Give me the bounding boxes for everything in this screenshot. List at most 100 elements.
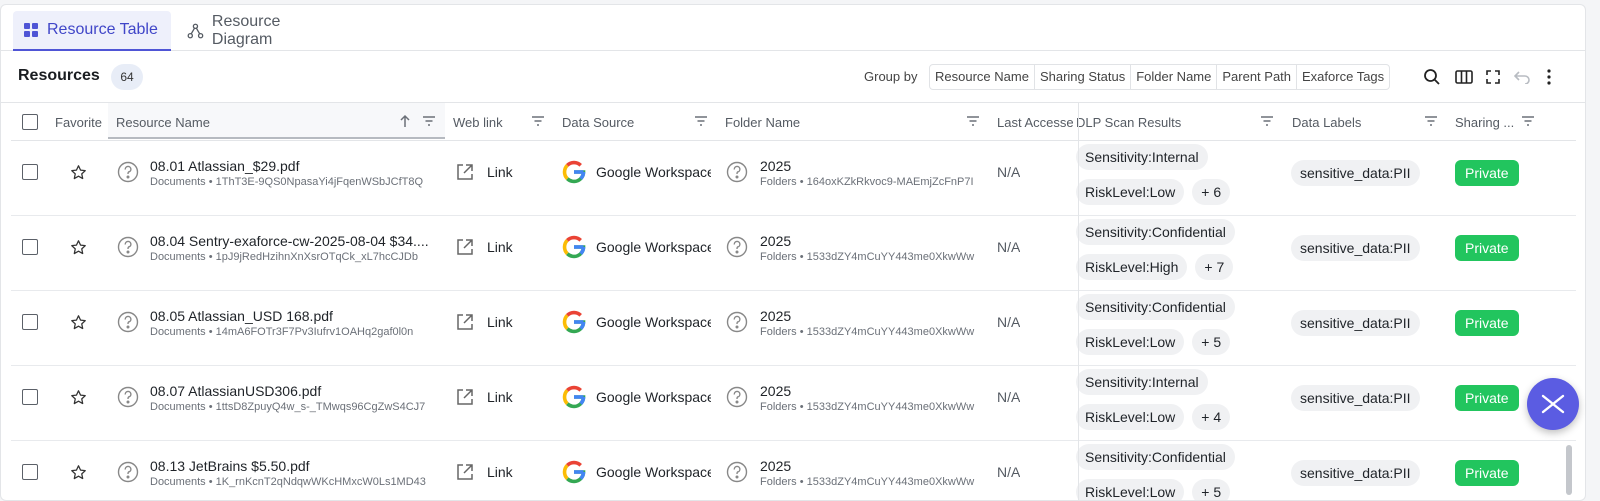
resource-name-cell[interactable]: 08.13 JetBrains $5.50.pdf Documents • 1K… bbox=[150, 458, 440, 488]
dlp-sensitivity-tag[interactable]: Sensitivity:Confidential bbox=[1076, 294, 1235, 320]
filter-icon[interactable] bbox=[422, 116, 436, 126]
filter-icon[interactable] bbox=[1260, 116, 1274, 126]
web-link[interactable]: Link bbox=[487, 314, 513, 330]
data-label-tag[interactable]: sensitive_data:PII bbox=[1291, 460, 1420, 486]
row-checkbox[interactable] bbox=[22, 464, 38, 480]
data-label-tag[interactable]: sensitive_data:PII bbox=[1291, 310, 1420, 336]
resource-name[interactable]: 08.07 AtlassianUSD306.pdf bbox=[150, 383, 440, 399]
dlp-sensitivity-tag[interactable]: Sensitivity:Confidential bbox=[1076, 444, 1235, 470]
column-folder-name[interactable]: Folder Name bbox=[725, 103, 955, 141]
checkbox[interactable] bbox=[22, 464, 38, 480]
star-icon[interactable] bbox=[70, 389, 87, 406]
star-icon[interactable] bbox=[70, 314, 87, 331]
column-dlp-scan-results[interactable]: DLP Scan Results bbox=[1076, 103, 1256, 141]
resource-name[interactable]: 08.01 Atlassian_$29.pdf bbox=[150, 158, 440, 174]
dlp-sensitivity-tag[interactable]: Sensitivity:Internal bbox=[1076, 144, 1208, 170]
checkbox[interactable] bbox=[22, 164, 38, 180]
column-favorite[interactable]: Favorite bbox=[55, 103, 110, 141]
checkbox[interactable] bbox=[22, 114, 38, 130]
star-icon[interactable] bbox=[70, 239, 87, 256]
table-row[interactable]: 08.01 Atlassian_$29.pdf Documents • 1ThT… bbox=[11, 141, 1576, 216]
row-checkbox[interactable] bbox=[22, 314, 38, 330]
folder-cell[interactable]: 2025 Folders • 1533dZY4mCuYY443me0XkwWw bbox=[760, 383, 985, 413]
folder-cell[interactable]: 2025 Folders • 1533dZY4mCuYY443me0XkwWw bbox=[760, 308, 985, 338]
data-label-tag[interactable]: sensitive_data:PII bbox=[1291, 385, 1420, 411]
dlp-risk-tag[interactable]: RiskLevel:Low bbox=[1076, 179, 1185, 205]
folder-cell[interactable]: 2025 Folders • 164oxKZkRkvoc9-MAEmjZcFnP… bbox=[760, 158, 985, 188]
resource-name-cell[interactable]: 08.04 Sentry-exaforce-cw-2025-08-04 $34.… bbox=[150, 233, 440, 263]
dlp-more-tag[interactable]: + 4 bbox=[1192, 404, 1231, 430]
external-link-icon[interactable] bbox=[455, 462, 475, 482]
group-by-resource-name[interactable]: Resource Name bbox=[930, 65, 1035, 89]
web-link[interactable]: Link bbox=[487, 464, 513, 480]
dlp-more-tag[interactable]: + 5 bbox=[1192, 329, 1231, 355]
dlp-more-tag[interactable]: + 5 bbox=[1192, 479, 1231, 500]
data-label-tag[interactable]: sensitive_data:PII bbox=[1291, 160, 1420, 186]
filter-icon[interactable] bbox=[966, 116, 980, 126]
external-link-icon[interactable] bbox=[455, 237, 475, 257]
dlp-sensitivity-tag[interactable]: Sensitivity:Confidential bbox=[1076, 219, 1235, 245]
dlp-more-tag[interactable]: + 7 bbox=[1195, 254, 1234, 280]
star-icon[interactable] bbox=[70, 464, 87, 481]
search-button[interactable] bbox=[1420, 65, 1444, 89]
dlp-risk-tag[interactable]: RiskLevel:Low bbox=[1076, 479, 1185, 500]
folder-name[interactable]: 2025 bbox=[760, 383, 985, 399]
dlp-risk-tag[interactable]: RiskLevel:Low bbox=[1076, 404, 1185, 430]
web-link[interactable]: Link bbox=[487, 389, 513, 405]
checkbox[interactable] bbox=[22, 239, 38, 255]
dlp-more-tag[interactable]: + 6 bbox=[1192, 179, 1231, 205]
resource-name[interactable]: 08.05 Atlassian_USD 168.pdf bbox=[150, 308, 440, 324]
table-row[interactable]: 08.07 AtlassianUSD306.pdf Documents • 1t… bbox=[11, 366, 1576, 441]
group-by-sharing-status[interactable]: Sharing Status bbox=[1035, 65, 1132, 89]
dlp-sensitivity-tag[interactable]: Sensitivity:Internal bbox=[1076, 369, 1208, 395]
folder-cell[interactable]: 2025 Folders • 1533dZY4mCuYY443me0XkwWw bbox=[760, 458, 985, 488]
folder-name[interactable]: 2025 bbox=[760, 458, 985, 474]
column-data-labels[interactable]: Data Labels bbox=[1292, 103, 1412, 141]
dlp-risk-tag[interactable]: RiskLevel:High bbox=[1076, 254, 1188, 280]
table-row[interactable]: 08.04 Sentry-exaforce-cw-2025-08-04 $34.… bbox=[11, 216, 1576, 291]
column-web-link[interactable]: Web link bbox=[453, 103, 533, 141]
checkbox[interactable] bbox=[22, 314, 38, 330]
group-by-exaforce-tags[interactable]: Exaforce Tags bbox=[1297, 65, 1389, 89]
exaforce-assistant-button[interactable] bbox=[1527, 378, 1579, 430]
select-all-checkbox[interactable] bbox=[22, 103, 38, 141]
tab-resource-table[interactable]: Resource Table bbox=[13, 11, 171, 51]
resource-name[interactable]: 08.13 JetBrains $5.50.pdf bbox=[150, 458, 440, 474]
fullscreen-button[interactable] bbox=[1481, 65, 1505, 89]
folder-name[interactable]: 2025 bbox=[760, 233, 985, 249]
filter-icon[interactable] bbox=[694, 116, 708, 126]
column-resource-name[interactable]: Resource Name bbox=[116, 103, 316, 141]
star-icon[interactable] bbox=[70, 164, 87, 181]
sort-up-icon[interactable] bbox=[399, 114, 411, 128]
column-last-accessed[interactable]: Last Accesse bbox=[997, 103, 1077, 141]
more-options-button[interactable] bbox=[1537, 65, 1561, 89]
column-sharing[interactable]: Sharing ... bbox=[1455, 103, 1515, 141]
filter-icon[interactable] bbox=[1521, 116, 1535, 126]
row-checkbox[interactable] bbox=[22, 389, 38, 405]
vertical-scrollbar[interactable] bbox=[1566, 445, 1572, 495]
folder-name[interactable]: 2025 bbox=[760, 308, 985, 324]
columns-button[interactable] bbox=[1452, 65, 1476, 89]
checkbox[interactable] bbox=[22, 389, 38, 405]
group-by-folder-name[interactable]: Folder Name bbox=[1131, 65, 1218, 89]
tab-resource-diagram[interactable]: Resource Diagram bbox=[177, 11, 347, 51]
column-data-source[interactable]: Data Source bbox=[562, 103, 692, 141]
dlp-risk-tag[interactable]: RiskLevel:Low bbox=[1076, 329, 1185, 355]
external-link-icon[interactable] bbox=[455, 312, 475, 332]
web-link[interactable]: Link bbox=[487, 164, 513, 180]
web-link[interactable]: Link bbox=[487, 239, 513, 255]
resource-name-cell[interactable]: 08.07 AtlassianUSD306.pdf Documents • 1t… bbox=[150, 383, 440, 413]
filter-icon[interactable] bbox=[1424, 116, 1438, 126]
filter-icon[interactable] bbox=[531, 116, 545, 126]
row-checkbox[interactable] bbox=[22, 239, 38, 255]
resource-name-cell[interactable]: 08.01 Atlassian_$29.pdf Documents • 1ThT… bbox=[150, 158, 440, 188]
undo-button[interactable] bbox=[1510, 65, 1534, 89]
group-by-parent-path[interactable]: Parent Path bbox=[1217, 65, 1298, 89]
resource-name-cell[interactable]: 08.05 Atlassian_USD 168.pdf Documents • … bbox=[150, 308, 440, 338]
table-row[interactable]: 08.13 JetBrains $5.50.pdf Documents • 1K… bbox=[11, 441, 1576, 500]
folder-name[interactable]: 2025 bbox=[760, 158, 985, 174]
data-label-tag[interactable]: sensitive_data:PII bbox=[1291, 235, 1420, 261]
external-link-icon[interactable] bbox=[455, 387, 475, 407]
folder-cell[interactable]: 2025 Folders • 1533dZY4mCuYY443me0XkwWw bbox=[760, 233, 985, 263]
table-row[interactable]: 08.05 Atlassian_USD 168.pdf Documents • … bbox=[11, 291, 1576, 366]
